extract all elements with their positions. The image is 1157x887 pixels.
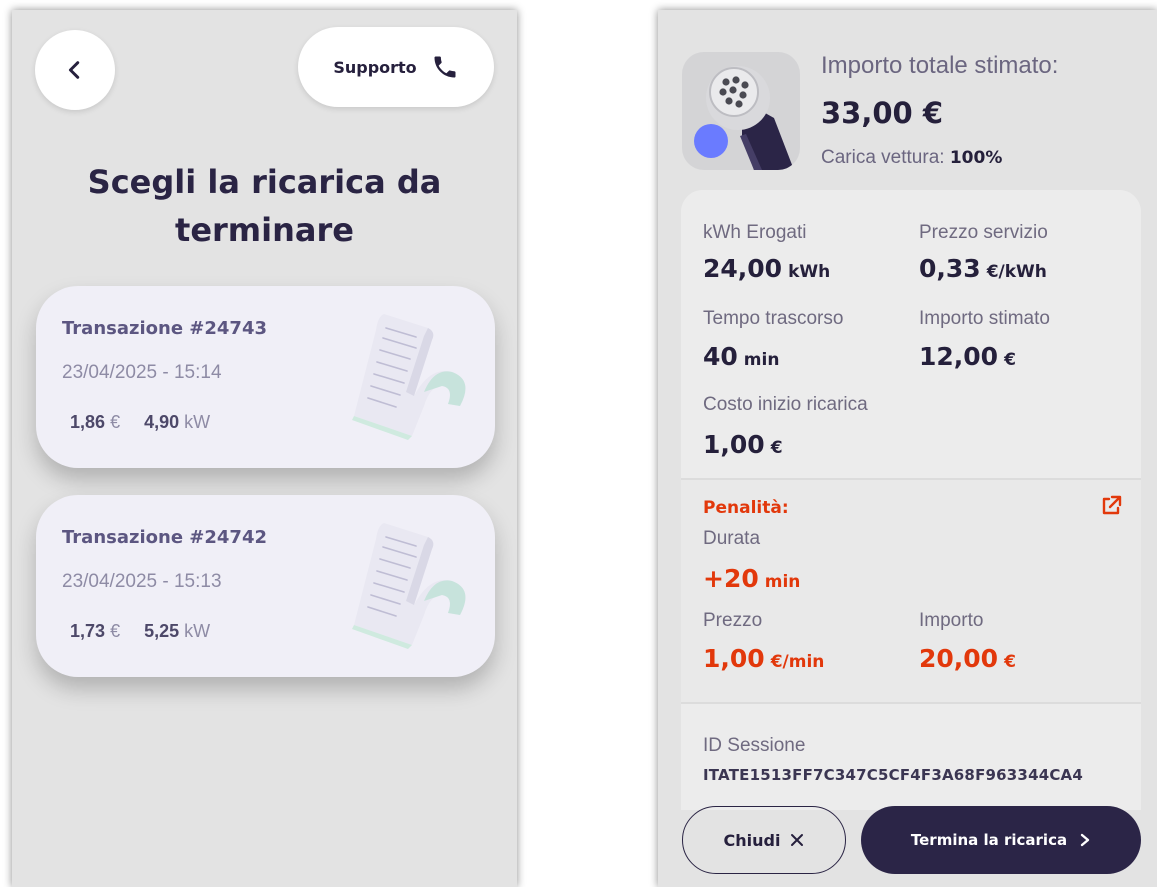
penalty-amount-value: 20,00 € (919, 644, 1016, 673)
session-id-label: ID Sessione (703, 735, 806, 756)
charge-details-panel: kWh Erogati 24,00 kWh Prezzo servizio 0,3… (681, 190, 1141, 810)
close-x-icon (791, 834, 804, 846)
transaction-title: Transazione #24742 (62, 527, 268, 548)
penalty-price-value: 1,00 €/min (703, 644, 825, 673)
service-price-label: Prezzo servizio (919, 222, 1048, 243)
session-id-section: ID Sessione ITATE1513FF7C347C5CF4F3A68F9… (681, 705, 1141, 810)
start-cost-value: 1,00 € (703, 430, 783, 459)
page-title: Scegli la ricarica da terminare (12, 158, 517, 254)
divider (681, 702, 1141, 704)
support-label: Supporto (333, 57, 417, 77)
transaction-amount: 1,73 € (70, 621, 121, 641)
transaction-values: 1,73 € 5,25 kW (70, 621, 210, 642)
elapsed-time-label: Tempo trascorso (703, 308, 844, 329)
external-link-icon[interactable] (1099, 494, 1123, 518)
receipt-icon (352, 314, 466, 440)
transaction-list-screen: Supporto Scegli la ricarica da terminare… (12, 10, 517, 887)
estimated-amount-label: Importo stimato (919, 308, 1050, 329)
penalty-amount-label: Importo (919, 610, 984, 631)
receipt-icon (352, 523, 466, 649)
support-button[interactable]: Supporto (298, 27, 494, 107)
transaction-power: 5,25 kW (144, 621, 211, 641)
end-charge-button[interactable]: Termina la ricarica (861, 806, 1141, 874)
charge-summary-screen: Importo totale stimato: 33,00 € Carica v… (658, 10, 1157, 887)
transaction-datetime: 23/04/2025 - 15:14 (62, 362, 222, 383)
vehicle-charge-label: Carica vettura: (821, 147, 945, 168)
estimated-total-label: Importo totale stimato: (821, 52, 1059, 79)
penalty-price-label: Prezzo (703, 610, 763, 631)
vehicle-charge-value: 100% (949, 148, 1003, 168)
elapsed-time-value: 40 min (703, 342, 780, 371)
close-button-label: Chiudi (723, 830, 781, 850)
charge-metrics-section: kWh Erogati 24,00 kWh Prezzo servizio 0,3… (681, 190, 1141, 478)
back-button[interactable] (35, 30, 115, 110)
start-cost-label: Costo inizio ricarica (703, 394, 868, 415)
kwh-label: kWh Erogati (703, 222, 807, 243)
phone-icon (434, 56, 456, 78)
chevron-left-icon (68, 61, 80, 79)
page-title-line-1: Scegli la ricarica da (87, 163, 442, 201)
vehicle-charge: Carica vettura: 100% (821, 147, 1002, 169)
transaction-amount: 1,86 € (70, 412, 121, 432)
ev-plug-icon (694, 66, 794, 170)
estimated-amount-value: 12,00 € (919, 342, 1016, 371)
close-button[interactable]: Chiudi (682, 806, 846, 874)
end-charge-button-label: Termina la ricarica (910, 831, 1068, 849)
kwh-value: 24,00 kWh (703, 254, 831, 283)
penalty-title: Penalità: (703, 498, 789, 518)
transaction-values: 1,86 € 4,90 kW (70, 412, 210, 433)
chevron-right-icon (1080, 833, 1090, 847)
transaction-title: Transazione #24743 (62, 318, 268, 339)
service-price-value: 0,33 €/kWh (919, 254, 1047, 283)
penalty-duration-label: Durata (703, 528, 761, 549)
transaction-power: 4,90 kW (144, 412, 211, 432)
ev-plug-tile (682, 52, 800, 170)
session-id-value: ITATE1513FF7C347C5CF4F3A68F963344CA4 (703, 766, 1083, 784)
transaction-card[interactable]: Transazione #24743 23/04/2025 - 15:14 1,… (36, 286, 495, 468)
transaction-card[interactable]: Transazione #24742 23/04/2025 - 15:13 1,… (36, 495, 495, 677)
transaction-datetime: 23/04/2025 - 15:13 (62, 571, 222, 592)
estimated-total-value: 33,00 € (821, 96, 944, 130)
penalty-duration-value: +20 min (703, 564, 801, 593)
penalty-section: Penalità: Durata +20 min Prezzo 1,00 €/min… (681, 480, 1141, 702)
page-title-line-2: terminare (175, 211, 354, 249)
